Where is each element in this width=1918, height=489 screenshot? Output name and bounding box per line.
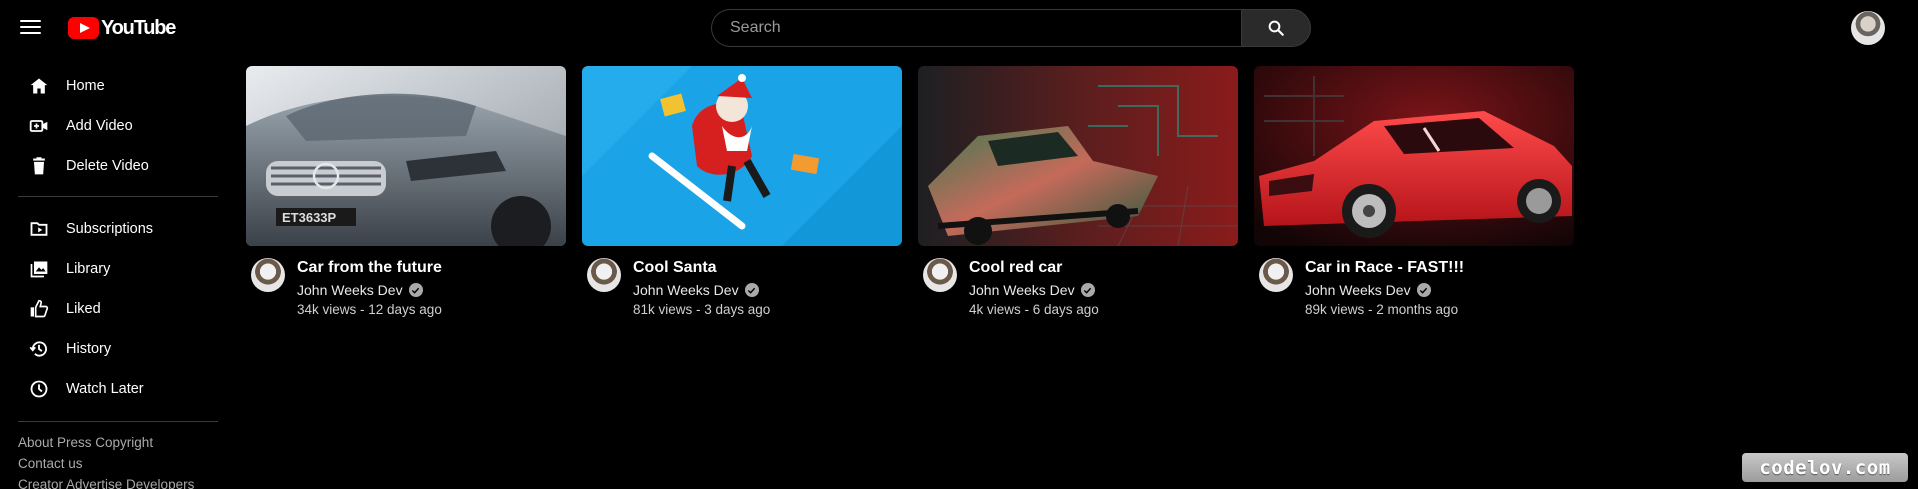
sidebar-item-label: Subscriptions <box>66 221 154 237</box>
video-title[interactable]: Cool red car <box>969 258 1099 278</box>
footer-links-line1[interactable]: About Press Copyright <box>18 435 153 450</box>
video-thumbnail[interactable]: ET3633P <box>246 66 566 246</box>
verified-badge-icon <box>744 283 759 297</box>
video-card: Cool red car John Weeks Dev 4k views - 6… <box>918 66 1238 317</box>
sidebar-item-home[interactable]: Home <box>0 66 220 106</box>
hamburger-menu-icon[interactable] <box>20 16 42 38</box>
sidebar-item-liked[interactable]: Liked <box>0 289 220 329</box>
verified-badge-icon <box>408 283 423 297</box>
svg-text:ET3633P: ET3633P <box>282 210 337 225</box>
add-video-icon <box>28 115 50 137</box>
sidebar: Home Add Video Delete Video Subscription… <box>0 60 220 489</box>
library-icon <box>28 258 50 280</box>
channel-name[interactable]: John Weeks Dev <box>297 282 442 298</box>
subscriptions-icon <box>28 218 50 240</box>
sidebar-item-label: Library <box>66 261 111 277</box>
sidebar-item-delete-video[interactable]: Delete Video <box>0 146 220 186</box>
search-button[interactable] <box>1241 9 1311 47</box>
sidebar-item-label: Add Video <box>66 118 133 134</box>
channel-name-text: John Weeks Dev <box>1305 282 1411 298</box>
sidebar-item-add-video[interactable]: Add Video <box>0 106 220 146</box>
sidebar-item-history[interactable]: History <box>0 329 220 369</box>
user-avatar[interactable] <box>1851 11 1885 45</box>
channel-avatar[interactable] <box>251 258 285 292</box>
sidebar-item-label: Watch Later <box>66 381 144 397</box>
video-stats: 34k views - 12 days ago <box>297 302 442 317</box>
channel-name[interactable]: John Weeks Dev <box>969 282 1099 298</box>
video-stats: 81k views - 3 days ago <box>633 302 771 317</box>
video-card: Cool Santa John Weeks Dev 81k views - 3 … <box>582 66 902 317</box>
search-icon <box>1268 20 1284 36</box>
channel-name[interactable]: John Weeks Dev <box>633 282 770 298</box>
sidebar-item-label: Home <box>66 78 105 94</box>
video-card: ET3633P Car from the future John Weeks D… <box>246 66 566 317</box>
sidebar-item-library[interactable]: Library <box>0 249 220 289</box>
footer-links-line3[interactable]: Creator Advertise Developers <box>18 477 194 489</box>
channel-name[interactable]: John Weeks Dev <box>1305 282 1464 298</box>
channel-name-text: John Weeks Dev <box>633 282 739 298</box>
channel-avatar[interactable] <box>587 258 621 292</box>
watermark: codelov.com <box>1742 453 1908 482</box>
youtube-logo[interactable]: YouTube <box>68 15 176 41</box>
footer-links-line2[interactable]: Contact us <box>18 456 83 471</box>
video-title[interactable]: Car from the future <box>297 258 442 278</box>
sidebar-item-watch-later[interactable]: Watch Later <box>0 369 220 409</box>
logo-text: YouTube <box>101 16 176 39</box>
video-stats: 4k views - 6 days ago <box>969 302 1099 317</box>
video-card: Car in Race - FAST!!! John Weeks Dev 89k… <box>1254 66 1574 317</box>
sidebar-item-label: History <box>66 341 112 357</box>
video-grid: ET3633P Car from the future John Weeks D… <box>246 66 1574 317</box>
search-bar <box>711 9 1311 47</box>
home-icon <box>28 75 50 97</box>
video-thumbnail[interactable] <box>1254 66 1574 246</box>
top-bar: YouTube <box>0 0 1918 56</box>
thumbs-up-icon <box>28 298 50 320</box>
sidebar-divider <box>18 421 218 422</box>
sidebar-item-label: Liked <box>66 301 101 317</box>
channel-avatar[interactable] <box>923 258 957 292</box>
history-icon <box>28 338 50 360</box>
verified-badge-icon <box>1416 283 1431 297</box>
youtube-play-icon <box>68 17 99 39</box>
video-title[interactable]: Car in Race - FAST!!! <box>1305 258 1464 278</box>
sidebar-item-subscriptions[interactable]: Subscriptions <box>0 209 220 249</box>
verified-badge-icon <box>1080 283 1095 297</box>
video-thumbnail[interactable] <box>582 66 902 246</box>
sidebar-item-label: Delete Video <box>66 158 149 174</box>
sidebar-divider <box>18 196 218 197</box>
channel-name-text: John Weeks Dev <box>297 282 403 298</box>
search-input[interactable] <box>711 9 1241 47</box>
sidebar-footer: About Press Copyright Contact us Creator… <box>0 432 220 489</box>
video-thumbnail[interactable] <box>918 66 1238 246</box>
video-title[interactable]: Cool Santa <box>633 258 770 278</box>
video-stats: 89k views - 2 months ago <box>1305 302 1459 317</box>
trash-icon <box>28 155 50 177</box>
channel-name-text: John Weeks Dev <box>969 282 1075 298</box>
channel-avatar[interactable] <box>1259 258 1293 292</box>
clock-icon <box>28 378 50 400</box>
